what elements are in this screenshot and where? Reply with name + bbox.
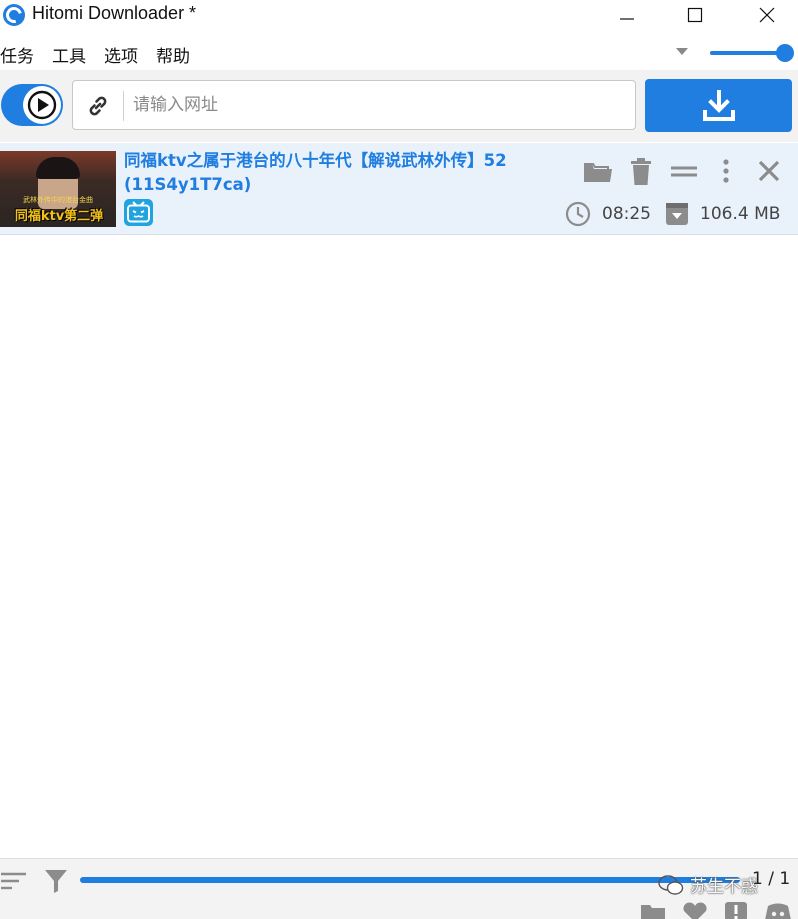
delete-icon[interactable] <box>628 158 654 186</box>
discord-icon[interactable] <box>764 902 792 919</box>
wechat-icon <box>658 874 684 895</box>
menu-options[interactable]: 选项 <box>104 42 138 67</box>
link-icon <box>89 96 107 116</box>
close-icon <box>759 7 775 23</box>
filter-icon[interactable] <box>44 868 68 894</box>
volume-dropdown-icon[interactable] <box>676 48 688 55</box>
file-size-icon <box>666 203 688 225</box>
overall-progress-bar <box>80 877 740 883</box>
url-box <box>72 80 636 130</box>
window-title: Hitomi Downloader * <box>32 3 197 23</box>
url-divider <box>123 91 124 121</box>
menu-tools[interactable]: 工具 <box>52 42 86 67</box>
volume-slider[interactable] <box>710 51 784 55</box>
watermark-text: 苏生不惑 <box>690 877 758 897</box>
volume-slider-handle[interactable] <box>776 44 794 62</box>
clock-icon <box>565 201 591 227</box>
drag-handle-icon[interactable] <box>669 158 699 186</box>
url-input[interactable] <box>133 89 623 121</box>
more-options-icon[interactable] <box>718 158 734 186</box>
minimize-button[interactable] <box>604 0 650 30</box>
bilibili-icon <box>124 199 153 226</box>
remove-task-icon[interactable] <box>756 158 782 186</box>
open-folder-icon[interactable] <box>582 158 614 186</box>
bilibili-logo <box>127 201 150 223</box>
sort-icon[interactable] <box>0 871 28 891</box>
watermark: 苏生不惑 <box>658 872 758 897</box>
play-knob <box>23 86 61 124</box>
task-file-size: 106.4 MB <box>700 204 781 224</box>
folder-icon[interactable] <box>640 902 666 919</box>
task-title[interactable]: 同福ktv之属于港台的八十年代【解说武林外传】52 (11S4y1T7ca) <box>124 149 572 197</box>
menu-task[interactable]: 任务 <box>0 42 34 67</box>
title-bar: Hitomi Downloader * <box>0 0 798 30</box>
heart-icon[interactable] <box>682 902 708 919</box>
thumbnail-caption-big: 同福ktv第二弹 <box>14 209 104 224</box>
menu-help[interactable]: 帮助 <box>156 42 190 67</box>
close-window-button[interactable] <box>744 0 790 30</box>
task-thumbnail: 武林外传中的港台金曲 同福ktv第二弹 <box>0 151 116 227</box>
task-duration: 08:25 <box>602 204 651 224</box>
task-count: 1 / 1 <box>752 869 791 889</box>
play-icon <box>27 90 57 120</box>
download-icon <box>702 89 735 121</box>
download-button[interactable] <box>645 79 792 132</box>
thumbnail-hair <box>36 157 80 179</box>
maximize-icon <box>687 7 703 23</box>
alert-icon[interactable] <box>724 901 748 919</box>
thumbnail-caption-small: 武林外传中的港台金曲 <box>23 196 93 204</box>
overall-progress-fill <box>80 877 740 883</box>
minimize-icon <box>620 18 634 20</box>
start-stop-toggle[interactable] <box>1 84 63 126</box>
app-logo-icon <box>3 4 25 26</box>
maximize-button[interactable] <box>672 0 718 30</box>
